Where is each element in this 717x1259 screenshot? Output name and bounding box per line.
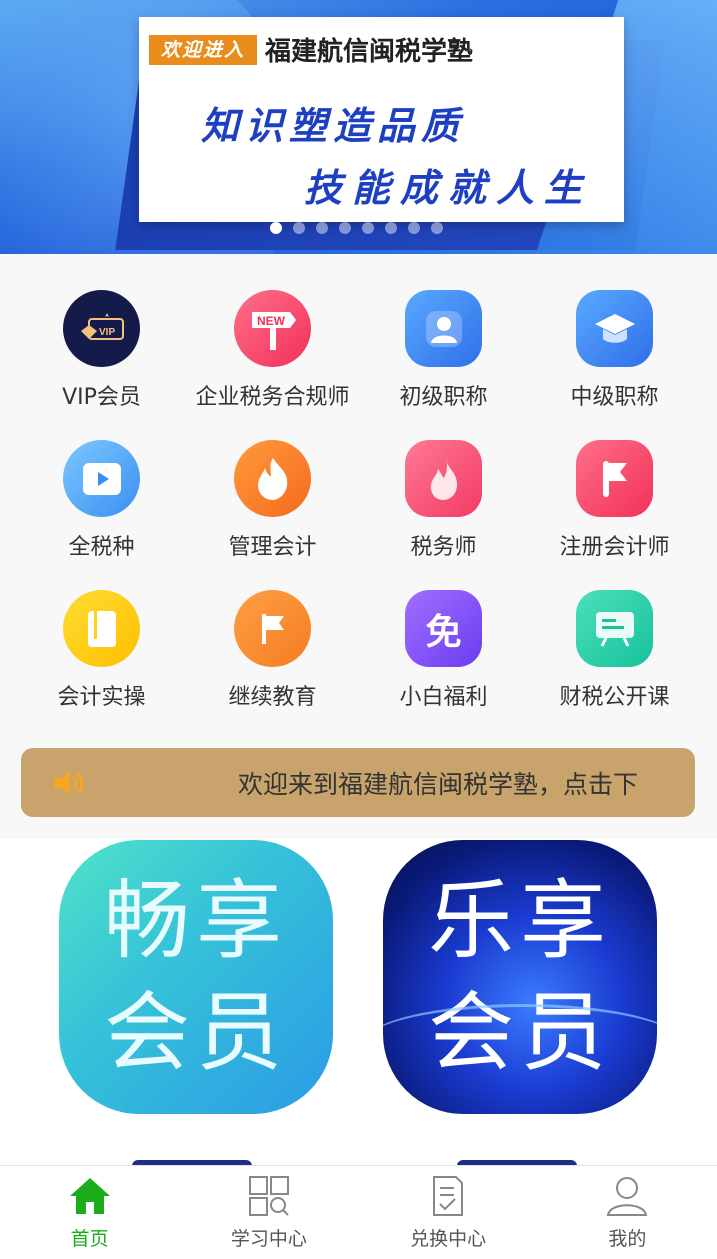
free-glyph: 免 (425, 611, 462, 653)
board-icon (576, 590, 653, 667)
banner-slogan-1: 知识塑造品质 (201, 103, 466, 148)
member-card-lexiang[interactable]: 乐享 会员 (383, 840, 657, 1114)
member-title-line2: 会员 (104, 983, 288, 1083)
new-sign-icon: NEW (234, 290, 311, 367)
category-all-taxes[interactable]: 全税种 (16, 440, 187, 590)
category-label: 小白福利 (399, 685, 488, 710)
category-cpa[interactable]: 注册会计师 (529, 440, 700, 590)
bottom-tab-bar: 首页 学习中心 兑换中心 我的 (0, 1165, 717, 1259)
category-junior-title[interactable]: 初级职称 (358, 290, 529, 440)
category-label: 继续教育 (228, 685, 317, 710)
flag-icon (234, 590, 311, 667)
category-label: 企业税务合规师 (195, 385, 350, 410)
tab-study-center[interactable]: 学习中心 (179, 1166, 358, 1259)
member-title-line1: 畅享 (104, 871, 288, 971)
flag-icon (576, 440, 653, 517)
graduation-cap-icon (576, 290, 653, 367)
speaker-icon (51, 768, 85, 802)
category-open-course[interactable]: 财税公开课 (529, 590, 700, 740)
tab-mine[interactable]: 我的 (538, 1166, 717, 1259)
carousel-dot[interactable] (339, 222, 351, 234)
fire-icon (405, 440, 482, 517)
vip-icon: VIP (63, 290, 140, 367)
home-icon (68, 1176, 112, 1220)
document-check-icon (426, 1176, 470, 1220)
category-intermediate-title[interactable]: 中级职称 (529, 290, 700, 440)
tab-label: 我的 (608, 1228, 647, 1250)
banner-tag: 欢迎进入 (149, 35, 257, 65)
tab-label: 首页 (70, 1228, 109, 1250)
tab-home[interactable]: 首页 (0, 1166, 179, 1259)
category-label: 注册会计师 (559, 535, 670, 560)
notice-bar[interactable]: 欢迎来到福建航信闽税学塾，点击下 (21, 748, 695, 817)
category-management-accounting[interactable]: 管理会计 (187, 440, 358, 590)
category-vip[interactable]: VIP VIP会员 (16, 290, 187, 440)
tab-redeem-center[interactable]: 兑换中心 (359, 1166, 538, 1259)
book-icon (63, 590, 140, 667)
banner-org-name: 福建航信闽税学塾 (265, 37, 474, 67)
category-label: 管理会计 (228, 535, 317, 560)
svg-text:NEW: NEW (257, 314, 286, 328)
carousel-dot[interactable] (408, 222, 420, 234)
carousel-dot[interactable] (316, 222, 328, 234)
tab-label: 兑换中心 (410, 1228, 487, 1250)
member-card-changxiang[interactable]: 畅享 会员 (59, 840, 333, 1114)
study-grid-icon (247, 1176, 291, 1220)
category-beginner-benefits[interactable]: 免 小白福利 (358, 590, 529, 740)
banner-slogan-2: 技能成就人生 (304, 165, 593, 210)
carousel-dot[interactable] (385, 222, 397, 234)
category-section: VIP VIP会员 NEW 企业税务合规师 初级职称 中级职称 全税种 管理会计… (0, 254, 717, 839)
user-outline-icon (605, 1176, 649, 1220)
carousel-dot[interactable] (293, 222, 305, 234)
carousel-indicators (270, 222, 443, 234)
category-label: 会计实操 (57, 685, 146, 710)
category-tax-compliance[interactable]: NEW 企业税务合规师 (187, 290, 358, 440)
svg-text:VIP: VIP (99, 327, 115, 338)
glow-decoration (383, 1004, 657, 1084)
category-label: 中级职称 (570, 385, 659, 410)
category-tax-agent[interactable]: 税务师 (358, 440, 529, 590)
category-label: 初级职称 (399, 385, 488, 410)
tab-label: 学习中心 (230, 1228, 307, 1250)
member-title-line1: 乐享 (428, 871, 612, 971)
user-icon (405, 290, 482, 367)
notice-text: 欢迎来到福建航信闽税学塾，点击下 (238, 770, 639, 799)
free-icon: 免 (405, 590, 482, 667)
play-icon (63, 440, 140, 517)
category-label: 全税种 (68, 535, 135, 560)
banner-slide[interactable]: 欢迎进入 福建航信闽税学塾 知识塑造品质 技能成就人生 (139, 17, 624, 222)
carousel-dot[interactable] (431, 222, 443, 234)
banner-carousel[interactable]: 欢迎进入 福建航信闽税学塾 知识塑造品质 技能成就人生 (0, 0, 717, 254)
category-continuing-education[interactable]: 继续教育 (187, 590, 358, 740)
carousel-dot[interactable] (270, 222, 282, 234)
category-grid: VIP VIP会员 NEW 企业税务合规师 初级职称 中级职称 全税种 管理会计… (16, 290, 700, 740)
flame-icon (234, 440, 311, 517)
carousel-dot[interactable] (362, 222, 374, 234)
category-label: VIP会员 (62, 385, 141, 410)
category-practical-accounting[interactable]: 会计实操 (16, 590, 187, 740)
category-label: 税务师 (410, 535, 477, 560)
category-label: 财税公开课 (559, 685, 670, 710)
